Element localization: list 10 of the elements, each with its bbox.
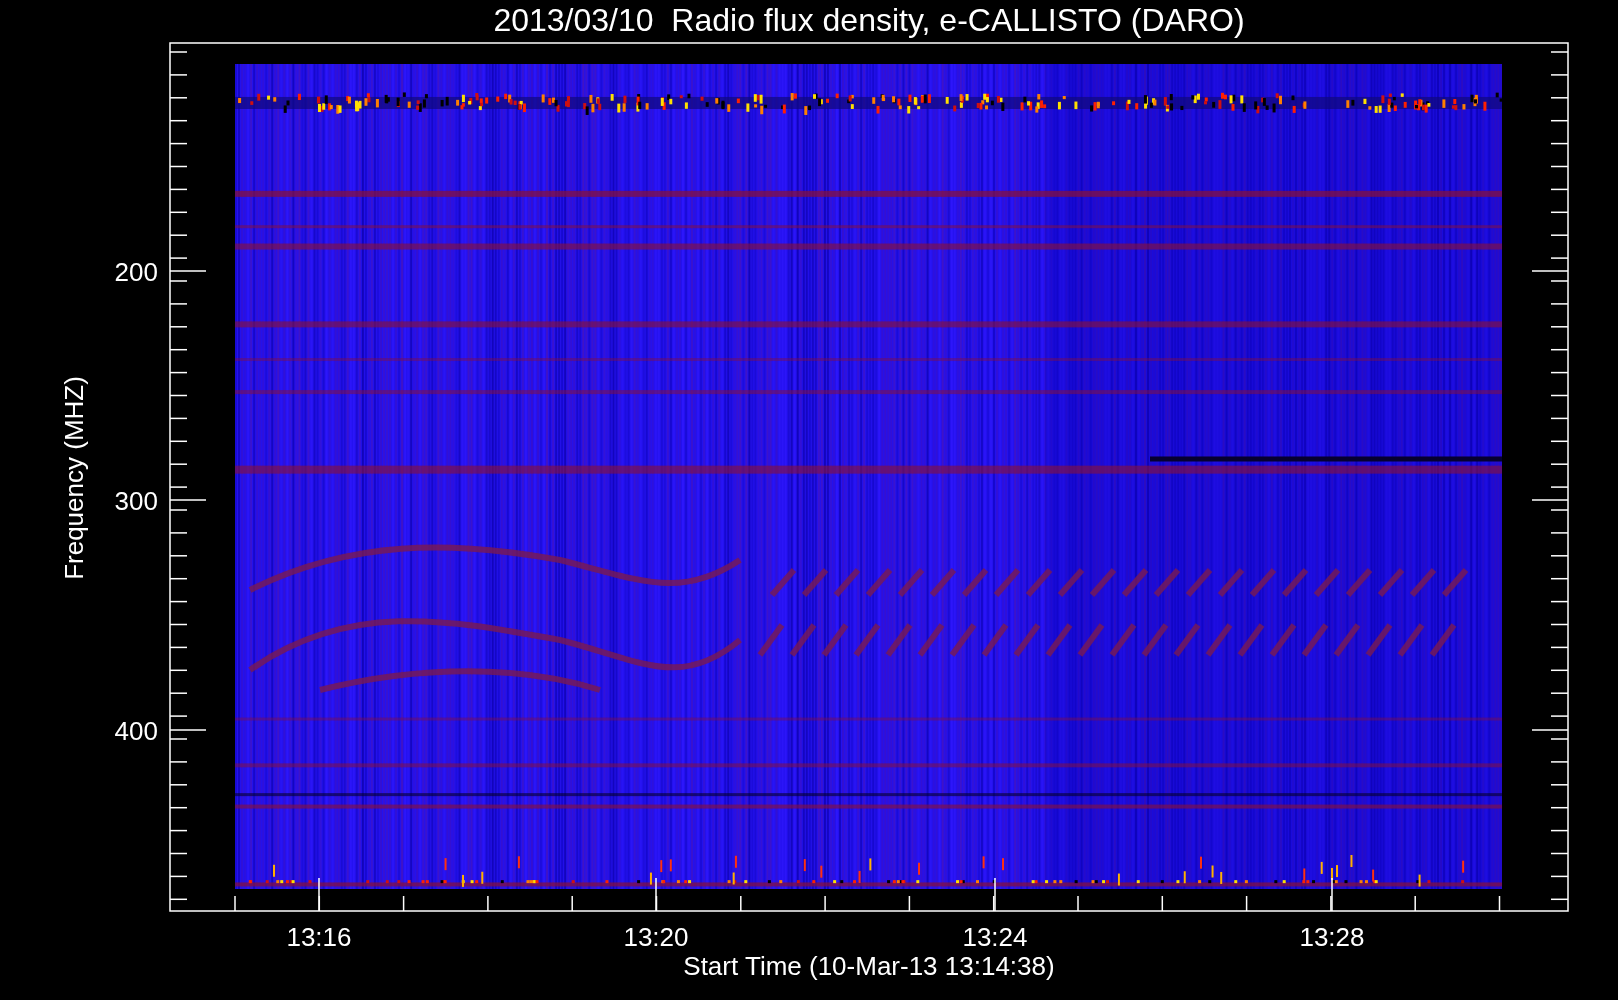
x-axis-label: Start Time (10-Mar-13 13:14:38) [683, 951, 1055, 981]
x-tick-label: 13:24 [962, 922, 1028, 952]
x-tick-label: 13:20 [623, 922, 689, 952]
y-axis-label: Frequency (MHZ) [59, 376, 89, 580]
y-tick-label: 200 [114, 257, 158, 287]
y-tick-label: 300 [114, 486, 158, 516]
chart-title: 2013/03/10 Radio flux density, e-CALLISTO (DARO) [493, 2, 1245, 38]
x-tick-label: 13:28 [1299, 922, 1365, 952]
x-tick-label: 13:16 [286, 922, 352, 952]
y-tick-label: 400 [114, 716, 158, 746]
